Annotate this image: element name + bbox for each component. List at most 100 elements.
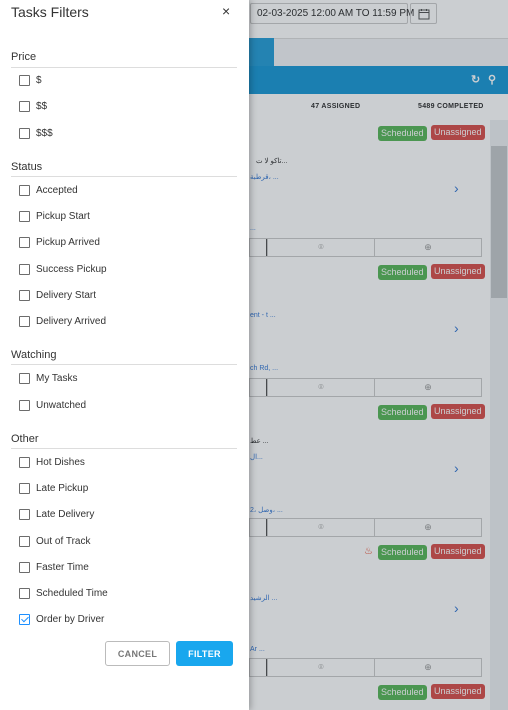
task-actions: ⌾ ⊕ [249, 518, 482, 537]
filter-option-price-1[interactable]: $ [19, 73, 42, 87]
filter-option-order-by-driver[interactable]: Order by Driver [19, 612, 104, 626]
location-icon[interactable]: ⌾ [267, 519, 374, 536]
cancel-button[interactable]: CANCEL [105, 641, 170, 666]
add-icon[interactable]: ⊕ [374, 519, 481, 536]
section-title-other: Other [11, 433, 39, 445]
checkbox[interactable] [19, 535, 30, 547]
close-icon[interactable]: × [222, 3, 230, 19]
chevron-right-icon[interactable]: › [454, 460, 459, 476]
filter-option-late-delivery[interactable]: Late Delivery [19, 507, 94, 521]
checkbox[interactable] [19, 372, 30, 384]
assignment-badge: Unassigned [431, 544, 485, 559]
date-range-input[interactable]: 02-03-2025 12:00 AM TO 11:59 PM [250, 3, 414, 24]
option-label: Pickup Arrived [36, 236, 100, 248]
scrollbar-thumb[interactable] [491, 146, 507, 298]
option-label: Out of Track [36, 535, 91, 547]
add-icon[interactable]: ⊕ [374, 659, 481, 676]
fire-icon: ♨ [364, 546, 373, 557]
tab-bar [249, 38, 508, 66]
chevron-right-icon[interactable]: › [454, 180, 459, 196]
search-icon[interactable]: ⚲ [488, 73, 496, 86]
action-cell[interactable] [250, 519, 267, 536]
calendar-button[interactable] [410, 3, 437, 24]
option-label: Hot Dishes [36, 456, 85, 468]
filter-option-faster-time[interactable]: Faster Time [19, 560, 89, 574]
filter-option-delivery-arrived[interactable]: Delivery Arrived [19, 314, 106, 328]
task-address: ch Rd, ... [250, 365, 279, 372]
checkbox[interactable] [19, 184, 30, 196]
checkbox[interactable] [19, 289, 30, 301]
task-address: Ar ... [250, 646, 265, 653]
tab-active[interactable] [249, 38, 274, 66]
action-cell[interactable] [250, 379, 267, 396]
assignment-badge: Unassigned [431, 264, 485, 279]
section-title-status: Status [11, 161, 43, 173]
filter-option-late-pickup[interactable]: Late Pickup [19, 481, 88, 495]
list-header-bar [249, 66, 508, 94]
chevron-right-icon[interactable]: › [454, 320, 459, 336]
location-icon[interactable]: ⌾ [267, 379, 374, 396]
filter-option-hot-dishes[interactable]: Hot Dishes [19, 455, 85, 469]
filter-option-price-3[interactable]: $$$ [19, 126, 53, 140]
filter-option-pickup-arrived[interactable]: Pickup Arrived [19, 235, 100, 249]
option-label: Delivery Arrived [36, 315, 107, 327]
checkbox[interactable] [19, 263, 30, 275]
option-label: $$ [36, 100, 48, 112]
filter-option-success-pickup[interactable]: Success Pickup [19, 262, 107, 276]
status-badge: Scheduled [378, 265, 427, 280]
option-label: Order by Driver [36, 613, 105, 625]
add-icon[interactable]: ⊕ [374, 379, 481, 396]
location-icon[interactable]: ⌾ [267, 659, 374, 676]
checkbox[interactable] [19, 236, 30, 248]
option-label: Unwatched [36, 399, 87, 411]
filter-option-unwatched[interactable]: Unwatched [19, 398, 86, 412]
status-badge: Scheduled [378, 126, 427, 141]
checkbox[interactable] [19, 127, 30, 139]
filter-option-pickup-start[interactable]: Pickup Start [19, 209, 90, 223]
tasks-filters-panel: Tasks Filters × Price $ $$ $$$ Status Ac… [0, 0, 249, 710]
filter-option-my-tasks[interactable]: My Tasks [19, 371, 78, 385]
panel-title: Tasks Filters [11, 4, 89, 20]
status-badge: Scheduled [378, 545, 427, 560]
action-cell[interactable] [250, 659, 267, 676]
option-label: Pickup Start [36, 210, 90, 222]
checkbox[interactable] [19, 210, 30, 222]
filter-button[interactable]: FILTER [176, 641, 233, 666]
location-icon[interactable]: ⌾ [267, 239, 374, 256]
checkbox[interactable] [19, 587, 30, 599]
checkbox[interactable] [19, 315, 30, 327]
divider [11, 448, 237, 449]
divider [11, 176, 237, 177]
filter-option-accepted[interactable]: Accepted [19, 183, 78, 197]
assignment-badge: Unassigned [431, 404, 485, 419]
filter-option-delivery-start[interactable]: Delivery Start [19, 288, 96, 302]
action-cell[interactable] [250, 239, 267, 256]
task-actions: ⌾ ⊕ [249, 238, 482, 257]
status-badge: Scheduled [378, 405, 427, 420]
checkbox[interactable] [19, 482, 30, 494]
chevron-right-icon[interactable]: › [454, 600, 459, 616]
divider [11, 364, 237, 365]
section-title-price: Price [11, 51, 37, 63]
checkbox-checked[interactable] [19, 613, 30, 625]
option-label: My Tasks [36, 372, 78, 384]
filter-option-out-of-track[interactable]: Out of Track [19, 534, 90, 548]
assignment-badge: Unassigned [431, 684, 485, 699]
add-icon[interactable]: ⊕ [374, 239, 481, 256]
checkbox[interactable] [19, 561, 30, 573]
checkbox[interactable] [19, 399, 30, 411]
task-actions: ⌾ ⊕ [249, 378, 482, 397]
filter-option-scheduled-time[interactable]: Scheduled Time [19, 586, 108, 600]
filter-option-price-2[interactable]: $$ [19, 99, 47, 113]
checkbox[interactable] [19, 74, 30, 86]
checkbox[interactable] [19, 456, 30, 468]
refresh-icon[interactable]: ↻ [471, 73, 480, 86]
task-name: تاكو لا ت... [256, 158, 288, 165]
option-label: Accepted [36, 184, 78, 196]
checkbox[interactable] [19, 100, 30, 112]
option-label: $$$ [36, 127, 53, 139]
option-label: Scheduled Time [36, 587, 108, 599]
option-label: Delivery Start [36, 289, 97, 301]
checkbox[interactable] [19, 508, 30, 520]
assignment-badge: Unassigned [431, 125, 485, 140]
